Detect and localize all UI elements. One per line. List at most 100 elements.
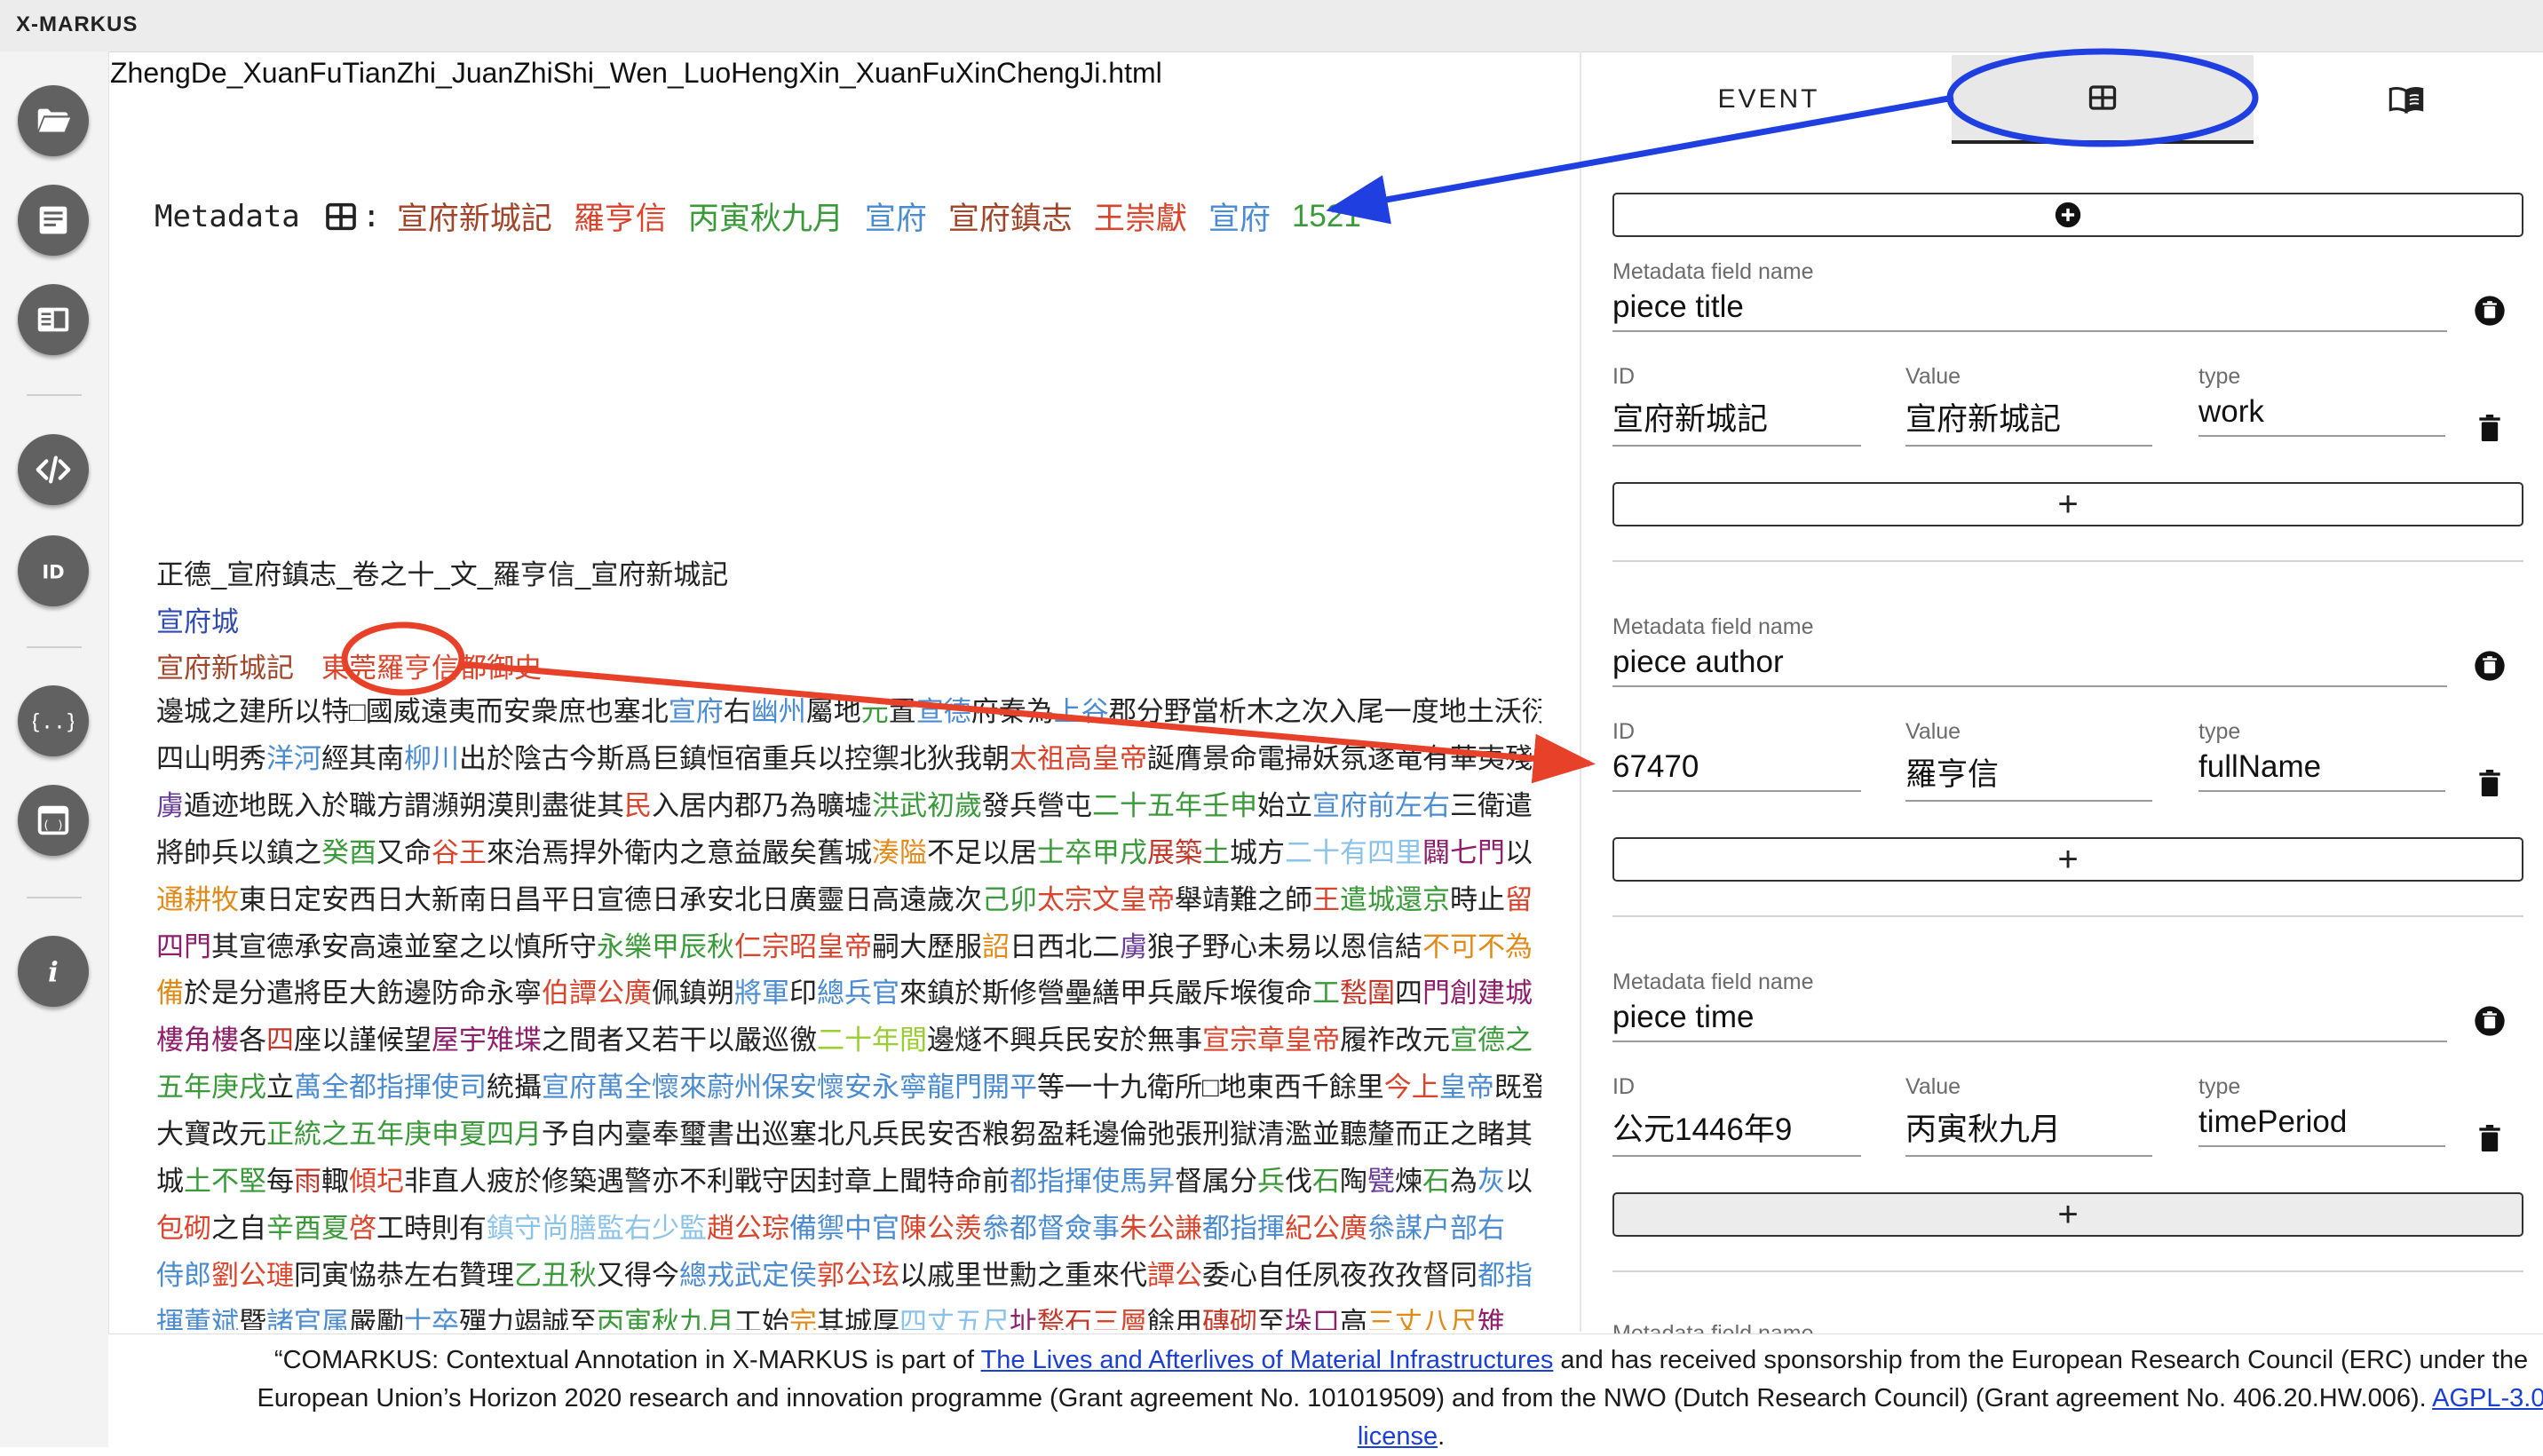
document-view-button[interactable] [18, 185, 89, 256]
metadata-tag[interactable]: 丙寅秋九月 [688, 194, 844, 239]
delete-row-button[interactable] [2470, 764, 2509, 803]
tab-event[interactable]: EVENT [1671, 55, 1866, 144]
text-segment[interactable]: 同寅恊恭左右贊理 [294, 1260, 514, 1291]
text-segment[interactable]: 叅謀户部右 [1367, 1213, 1505, 1244]
text-segment[interactable]: 己卯 [982, 884, 1037, 915]
subtitle-segment[interactable]: 宣府新城記 [156, 653, 294, 684]
add-metadata-field-button[interactable] [1612, 193, 2523, 237]
text-segment[interactable]: 二十五年壬申 [1092, 790, 1257, 821]
text-segment[interactable]: 於是分遣將臣大飭邊防命永寧 [184, 977, 542, 1009]
text-segment[interactable]: 闢七門 [1422, 837, 1505, 868]
text-segment[interactable]: 宣府前左右 [1312, 790, 1450, 821]
text-segment[interactable]: 揮董斌 [156, 1307, 239, 1330]
text-segment[interactable]: 士卒甲戌 [1037, 837, 1147, 868]
text-segment[interactable]: 狼子野心未易以恩信結 [1147, 931, 1422, 962]
id-input[interactable]: 公元1446年9 [1612, 1104, 1861, 1157]
text-segment[interactable]: 置 [889, 696, 916, 727]
text-segment[interactable]: 其城厚 [817, 1307, 899, 1330]
text-segment[interactable]: 府秦為 [971, 696, 1054, 727]
text-segment[interactable]: 發兵營屯 [982, 790, 1092, 821]
text-segment[interactable]: 東日定安西日大新南日昌平日宣德日承安北日廣靈日高遠歲次 [239, 884, 982, 915]
text-segment[interactable]: 二十有四里 [1285, 837, 1422, 868]
add-row-button[interactable]: + [1612, 837, 2523, 882]
text-segment[interactable]: 朱公謙 [1120, 1213, 1202, 1244]
text-segment[interactable]: 仁宗昭皇帝 [734, 931, 872, 962]
text-segment[interactable]: 皇帝 [1439, 1072, 1494, 1103]
text-segment[interactable]: 煉 [1395, 1166, 1422, 1197]
text-segment[interactable]: 王 [1312, 884, 1340, 915]
info-button[interactable]: i [18, 936, 89, 1007]
split-view-button[interactable] [18, 284, 89, 355]
text-segment[interactable]: 傾圮 [349, 1166, 404, 1197]
add-row-button[interactable]: + [1612, 482, 2523, 526]
text-segment[interactable]: 立 [266, 1072, 294, 1103]
text-segment[interactable]: 暨 [239, 1307, 266, 1330]
metadata-tag[interactable]: 宣府 [865, 194, 927, 239]
text-segment[interactable]: 城方 [1230, 837, 1285, 868]
text-segment[interactable]: 都指 [1477, 1260, 1533, 1291]
text-segment[interactable]: 時止 [1450, 884, 1505, 915]
text-segment[interactable]: 包砌 [156, 1213, 211, 1244]
text-segment[interactable]: 以戚里世勳之重來代 [899, 1260, 1147, 1291]
text-segment[interactable]: 叅都督僉事 [982, 1213, 1120, 1244]
metadata-tag[interactable]: 宣府新城記 [397, 194, 552, 239]
text-segment[interactable]: 丙寅秋九月 [597, 1307, 734, 1330]
json-button[interactable]: {..} [18, 685, 89, 756]
text-segment[interactable]: 宣德之 [1450, 1025, 1533, 1056]
text-segment[interactable]: 座以謹候望 [294, 1025, 432, 1056]
text-segment[interactable]: 留 [1505, 884, 1533, 915]
text-segment[interactable]: 備 [156, 977, 184, 1009]
text-segment[interactable]: 三層 [1092, 1307, 1147, 1330]
text-segment[interactable]: 屋宇雉堞 [432, 1025, 542, 1056]
text-segment[interactable]: 詔 [982, 931, 1010, 962]
text-segment[interactable]: 四山明秀 [156, 743, 266, 774]
text-segment[interactable]: 輙 [321, 1166, 349, 1197]
text-segment[interactable]: 不足以居 [927, 837, 1037, 868]
text-segment[interactable]: 遁迹地既入於職方謂瀕朔漠則盡徙其 [184, 790, 624, 821]
text-segment[interactable]: 城 [156, 1166, 184, 1197]
text-segment[interactable]: 民 [624, 790, 652, 821]
text-segment[interactable]: 總戎武定侯 [679, 1260, 817, 1291]
text-segment[interactable]: 太宗文皇帝 [1037, 884, 1175, 915]
type-input[interactable]: work [2198, 394, 2445, 437]
text-segment[interactable]: 四門 [156, 931, 211, 962]
text-segment[interactable]: 展築 [1147, 837, 1202, 868]
text-segment[interactable]: 虜 [1120, 931, 1147, 962]
text-segment[interactable]: 完 [789, 1307, 817, 1330]
field-name-input[interactable]: piece time [1612, 1000, 2447, 1042]
text-segment[interactable]: 鎮守尚膳監右少監 [487, 1213, 707, 1244]
text-segment[interactable]: 各 [239, 1025, 266, 1056]
text-segment[interactable]: 四 [1395, 977, 1422, 1009]
text-segment[interactable]: 柳川 [404, 743, 459, 774]
metadata-tag[interactable]: 宣府鎮志 [948, 194, 1073, 239]
text-segment[interactable]: 來治焉捍外衛内之意益嚴矣舊城 [487, 837, 872, 868]
text-segment[interactable]: 又得今 [597, 1260, 679, 1291]
delete-field-button[interactable] [2470, 1001, 2509, 1041]
text-segment[interactable]: 宣府萬全懷來蔚州保安懷安永寧龍門開平 [542, 1072, 1037, 1103]
text-segment[interactable]: 通耕牧 [156, 884, 239, 915]
text-segment[interactable]: 履祚改元 [1340, 1025, 1450, 1056]
text-segment[interactable]: 啓 [349, 1213, 376, 1244]
text-segment[interactable]: 四丈五尺 [899, 1307, 1010, 1330]
text-segment[interactable]: 大寶改元 [156, 1119, 266, 1150]
text-segment[interactable]: 五年庚戌 [156, 1072, 266, 1103]
text-segment[interactable]: 以 [1505, 1166, 1533, 1197]
type-input[interactable]: fullName [2198, 749, 2445, 792]
text-segment[interactable]: 址 [1010, 1307, 1037, 1330]
value-input[interactable]: 丙寅秋九月 [1905, 1104, 2152, 1157]
text-segment[interactable]: 洋河 [266, 743, 321, 774]
text-segment[interactable]: 紀公廣 [1285, 1213, 1367, 1244]
text-segment[interactable]: 統攝 [487, 1072, 542, 1103]
text-segment[interactable]: 甓 [1367, 1166, 1395, 1197]
text-segment[interactable]: 土不堅 [184, 1166, 266, 1197]
table-icon[interactable] [323, 199, 359, 234]
text-segment[interactable]: 等一十九衛所□地東西千餘里 [1037, 1072, 1384, 1103]
text-segment[interactable]: 委心自任夙夜孜孜督同 [1202, 1260, 1477, 1291]
field-name-input[interactable]: piece title [1612, 289, 2447, 332]
text-segment[interactable]: 宣府 [669, 696, 724, 727]
delete-row-button[interactable] [2470, 408, 2509, 447]
text-segment[interactable]: 備禦中官 [789, 1213, 899, 1244]
text-segment[interactable]: 佩鎮朔 [652, 977, 734, 1009]
id-input[interactable]: 宣府新城記 [1612, 394, 1861, 447]
text-segment[interactable]: 陶 [1340, 1166, 1367, 1197]
